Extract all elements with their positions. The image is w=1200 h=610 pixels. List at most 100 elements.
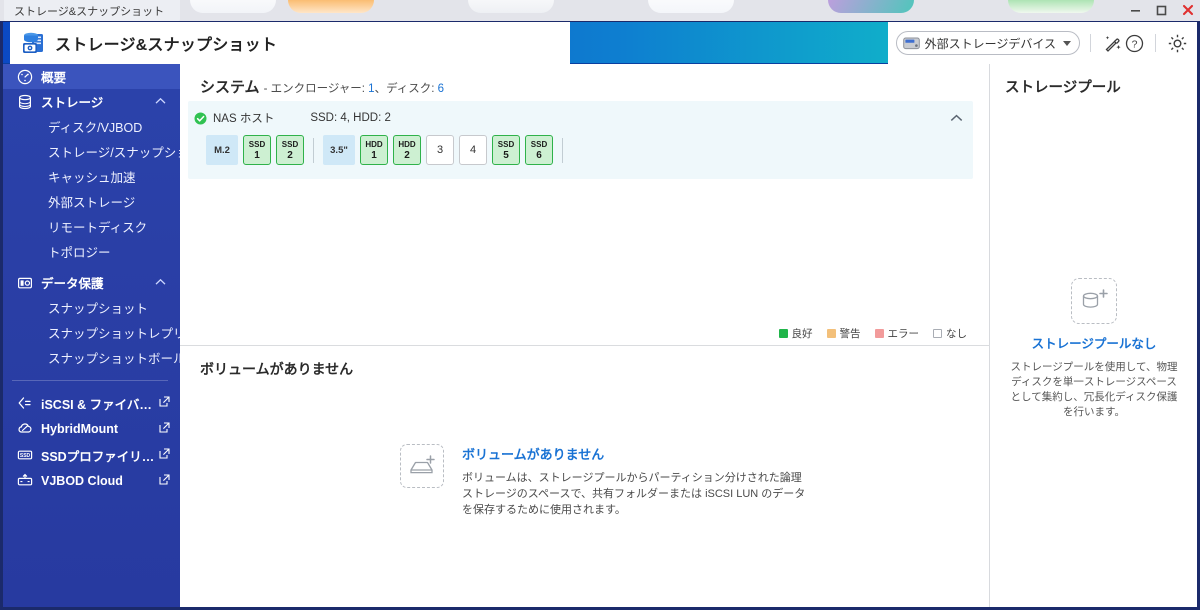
background-tab-2[interactable] <box>288 0 374 13</box>
volumes-empty-title[interactable]: ボリュームがありません <box>462 444 812 463</box>
background-tab-3[interactable] <box>468 0 554 13</box>
storage-pool-empty-state: ストレージプールなし ストレージプールを使用して、物理ディスクを単一ストレージス… <box>991 278 1197 420</box>
active-tab[interactable]: ストレージ&スナップショット <box>4 0 180 21</box>
sidebar-ext-label: SSDプロファイリン... <box>41 449 159 464</box>
svg-text:?: ? <box>1131 38 1137 50</box>
sidebar-ext-label: VJBOD Cloud <box>41 474 123 488</box>
header-divider-1 <box>1090 34 1091 52</box>
sidebar-item-snapshot-replica[interactable]: スナップショットレプリカ <box>0 320 180 345</box>
slot-type-label-m2: M.2 <box>206 135 238 165</box>
sidebar-item-disks-vjbod[interactable]: ディスク/VJBOD <box>0 114 180 139</box>
slot-kind: SSD <box>497 139 515 149</box>
slot-type-label-35: 3.5" <box>323 135 355 165</box>
add-volume-icon[interactable] <box>400 444 444 488</box>
slot-kind: SSD <box>248 139 266 149</box>
external-disk-icon <box>902 37 920 50</box>
add-storage-pool-icon[interactable] <box>1071 278 1117 324</box>
disk-slot-empty-4[interactable]: 4 <box>459 135 487 165</box>
slot-kind: HDD <box>398 139 416 149</box>
slot-group-divider-2 <box>562 137 563 163</box>
sidebar-subitem-label: キャッシュ加速 <box>48 171 136 185</box>
legend-label: なし <box>946 328 967 340</box>
disk-slots: M.2 SSD 1 SSD 2 3.5" HDD 1 HDD 2 3 4 SSD… <box>206 135 572 165</box>
legend-item-good: 良好 <box>778 326 813 341</box>
help-circle-icon[interactable]: ? <box>1123 32 1145 54</box>
ssd-profiling-icon: SSD <box>16 447 33 464</box>
sidebar-subitem-label: リモートディスク <box>48 221 148 235</box>
volumes-empty-text: ボリュームがありません ボリュームは、ストレージプールからパーティション分けされ… <box>462 444 812 518</box>
slot-number: 4 <box>469 143 477 156</box>
disk-slot-hdd-2[interactable]: HDD 2 <box>393 135 421 165</box>
storage-pool-empty-title[interactable]: ストレージプールなし <box>991 333 1197 352</box>
sidebar-group-data-protection[interactable]: データ保護 <box>0 270 180 295</box>
sidebar-item-overview[interactable]: 概要 <box>0 64 180 89</box>
sidebar-item-vjbod-cloud[interactable]: VJBOD Cloud <box>0 468 180 494</box>
sidebar-item-external-storage[interactable]: 外部ストレージ <box>0 189 180 214</box>
svg-text:SSD: SSD <box>19 453 30 459</box>
disk-status-legend: 良好 警告 エラー なし <box>765 326 967 341</box>
sidebar-item-remote-disk[interactable]: リモートディスク <box>0 214 180 239</box>
storage-pool-empty-description: ストレージプールを使用して、物理ディスクを単一ストレージスペースとして集約し、冗… <box>1010 361 1178 418</box>
enclosure-collapse-chevron-up-icon[interactable] <box>950 109 963 127</box>
sidebar-group-storage[interactable]: ストレージ <box>0 89 180 114</box>
background-tab-5[interactable] <box>828 0 914 13</box>
window-edge-left <box>0 22 3 610</box>
app-header: ストレージ&スナップショット 外部ストレージデバイス ? <box>0 22 1200 64</box>
external-storage-device-dropdown[interactable]: 外部ストレージデバイス <box>895 31 1080 55</box>
minimize-button[interactable] <box>1127 2 1144 18</box>
sidebar-subitem-label: 外部ストレージ <box>48 196 136 210</box>
sidebar-subitem-label: ストレージ/スナップショ... <box>48 146 180 160</box>
volumes-section: ボリュームがありません ボリュームがありません ボリュームは、ストレージプールか… <box>180 345 990 608</box>
enclosure-name: NAS ホスト <box>213 113 275 125</box>
background-tab-1[interactable] <box>190 0 276 13</box>
sidebar-subitem-label: スナップショット <box>48 302 149 316</box>
chevron-up-icon[interactable] <box>155 277 166 288</box>
slot-kind: SSD <box>281 139 299 149</box>
sidebar-item-snapshot-vault[interactable]: スナップショットボールト <box>0 345 180 370</box>
storage-snapshot-logo-icon <box>20 30 46 56</box>
sidebar-divider <box>12 380 168 381</box>
sidebar-item-snapshot[interactable]: スナップショット <box>0 295 180 320</box>
chevron-down-icon <box>1063 40 1071 46</box>
dashboard-gauge-icon <box>16 68 33 85</box>
disk-slot-ssd-1[interactable]: SSD 1 <box>243 135 271 165</box>
sidebar-subitem-label: ディスク/VJBOD <box>48 121 143 135</box>
legend-item-error: エラー <box>874 326 919 341</box>
background-tab-6[interactable] <box>1008 0 1094 13</box>
status-ok-icon <box>194 112 207 125</box>
sidebar-item-cache-acceleration[interactable]: キャッシュ加速 <box>0 164 180 189</box>
wand-tool-icon[interactable] <box>1101 32 1123 54</box>
header-actions: 外部ストレージデバイス ? <box>887 22 1200 64</box>
disk-slot-hdd-1[interactable]: HDD 1 <box>360 135 388 165</box>
sidebar-subitem-label: トポロジー <box>48 246 111 260</box>
sidebar-item-iscsi-fibre[interactable]: iSCSI & ファイバー... <box>0 390 180 416</box>
disk-slot-ssd-6[interactable]: SSD 6 <box>525 135 553 165</box>
slot-number: 1 <box>254 149 260 161</box>
close-button[interactable] <box>1179 2 1196 18</box>
window-titlebar: ストレージ&スナップショット <box>0 0 1200 22</box>
external-link-icon <box>159 396 170 410</box>
sidebar-item-topology[interactable]: トポロジー <box>0 239 180 264</box>
settings-gear-icon[interactable] <box>1166 32 1188 54</box>
sidebar-group-label: データ保護 <box>41 277 104 291</box>
legend-swatch-error <box>874 329 884 338</box>
slot-number: 6 <box>536 149 542 161</box>
slot-number: 2 <box>287 149 293 161</box>
disk-slot-empty-3[interactable]: 3 <box>426 135 454 165</box>
external-link-icon <box>159 422 170 436</box>
sidebar-item-ssd-profiling[interactable]: SSD SSDプロファイリン... <box>0 442 180 468</box>
maximize-button[interactable] <box>1153 2 1170 18</box>
legend-item-none: なし <box>933 326 967 341</box>
sidebar-item-hybridmount[interactable]: HybridMount <box>0 416 180 442</box>
background-tab-4[interactable] <box>648 0 734 13</box>
volumes-section-title: ボリュームがありません <box>200 361 354 377</box>
application-window: ストレージ&スナップショット ストレージ&スナップショット 外部ストレージデバイ… <box>0 0 1200 610</box>
chevron-up-icon[interactable] <box>155 96 166 107</box>
sidebar-item-storage-snapshots[interactable]: ストレージ/スナップショ... <box>0 139 180 164</box>
slot-group-divider-1 <box>313 137 314 163</box>
disk-slot-ssd-2[interactable]: SSD 2 <box>276 135 304 165</box>
window-controls <box>1127 2 1196 18</box>
system-subtitle: - エンクロージャー: 1、ディスク: 6 <box>264 80 445 96</box>
disk-slot-ssd-5[interactable]: SSD 5 <box>492 135 520 165</box>
slot-number: 2 <box>404 149 410 161</box>
